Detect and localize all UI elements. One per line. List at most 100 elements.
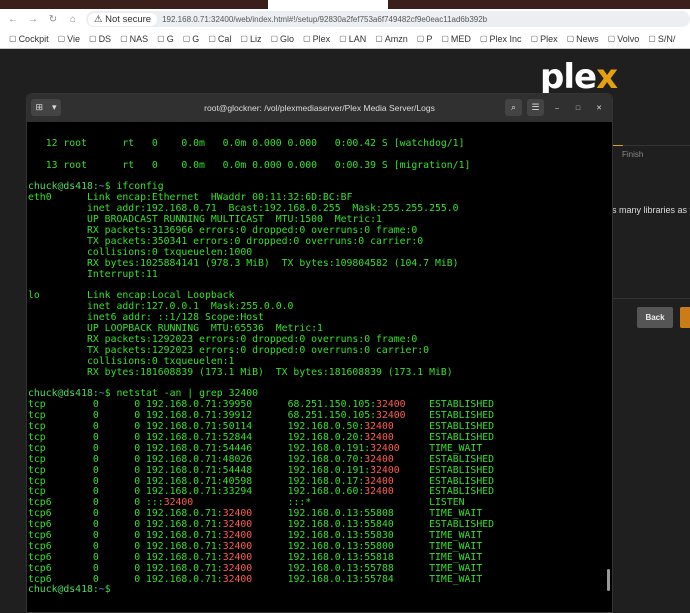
send-q: 0 bbox=[134, 497, 141, 509]
port-highlight: 32400 bbox=[222, 529, 253, 541]
local-address: 192.168.0.71:33294 bbox=[146, 486, 253, 498]
send-q: 0 bbox=[134, 399, 141, 411]
port-highlight: 32400 bbox=[222, 540, 253, 552]
send-q: 0 bbox=[134, 464, 141, 476]
reload-icon[interactable]: ↻ bbox=[46, 14, 60, 25]
close-icon[interactable]: ✕ bbox=[594, 103, 604, 113]
active-tab[interactable] bbox=[268, 0, 388, 9]
send-q: 0 bbox=[134, 475, 141, 487]
bookmark-icon: ▢ bbox=[648, 34, 656, 43]
bookmark-item[interactable]: ▢ Cal bbox=[208, 34, 231, 44]
local-address: 192.168.0.71:32400 bbox=[146, 540, 253, 552]
bookmark-item[interactable]: ▢ Vie bbox=[58, 34, 80, 44]
bookmark-icon: ▢ bbox=[566, 34, 575, 43]
bookmark-item[interactable]: ▢ MED bbox=[441, 34, 471, 44]
send-q: 0 bbox=[134, 431, 141, 443]
bookmark-item[interactable]: ▢ Plex bbox=[303, 34, 330, 44]
prompt-user: chuck@ds418 bbox=[28, 388, 93, 400]
bookmark-label: Glo bbox=[280, 33, 295, 44]
logo-text: ple bbox=[540, 57, 597, 97]
minimize-icon[interactable]: – bbox=[552, 103, 562, 113]
step-finish: Finish bbox=[622, 150, 644, 159]
menu-icon[interactable]: ☰ bbox=[527, 99, 544, 116]
protocol: tcp6 bbox=[28, 562, 52, 574]
port-highlight: 32400 bbox=[364, 486, 394, 498]
local-address: 192.168.0.71:50114 bbox=[146, 421, 253, 433]
bookmark-icon: ▢ bbox=[89, 34, 97, 43]
port-highlight: 32400 bbox=[163, 497, 194, 509]
bookmark-icon: ▢ bbox=[375, 34, 383, 43]
foreign-address: 192.168.0.191:32400 bbox=[287, 464, 400, 476]
connection-state: TIME_WAIT bbox=[429, 508, 483, 520]
recv-q: 0 bbox=[92, 540, 99, 552]
footer-divider bbox=[610, 298, 690, 299]
bookmark-icon: ▢ bbox=[303, 34, 311, 43]
bookmark-item[interactable]: ▢ DS bbox=[89, 34, 111, 44]
protocol: tcp6 bbox=[28, 540, 52, 552]
local-address: :::32400 bbox=[146, 497, 194, 509]
protocol: tcp bbox=[28, 399, 46, 411]
bookmark-item[interactable]: ▢ G bbox=[183, 34, 200, 44]
search-icon[interactable]: ⌕ bbox=[505, 99, 522, 116]
bookmark-item[interactable]: ▢ P bbox=[417, 34, 433, 44]
port-highlight: 32400 bbox=[222, 508, 253, 520]
terminal-line: 13 root rt 0 0.0m 0.0m 0.000 0.000 0:00.… bbox=[28, 159, 471, 171]
terminal-output[interactable]: 12 root rt 0 0.0m 0.0m 0.000 0.000 0:00.… bbox=[27, 122, 612, 596]
connection-state: ESTABLISHED bbox=[429, 486, 495, 498]
local-address: 192.168.0.71:39912 bbox=[146, 410, 253, 422]
bookmark-item[interactable]: ▢ Liz bbox=[240, 34, 261, 44]
connection-state: ESTABLISHED bbox=[429, 475, 495, 487]
protocol: tcp6 bbox=[28, 519, 52, 531]
send-q: 0 bbox=[134, 486, 141, 498]
bookmark-item[interactable]: ▢ NAS bbox=[120, 34, 148, 44]
port-highlight: 32400 bbox=[376, 410, 406, 422]
address-bar[interactable]: ⚠ Not secure 192.168.0.71:32400/web/inde… bbox=[86, 11, 690, 27]
foreign-address: 192.168.0.70:32400 bbox=[287, 453, 394, 465]
maximize-icon[interactable]: □ bbox=[573, 103, 583, 113]
bookmark-item[interactable]: ▢ Glo bbox=[270, 34, 294, 44]
bookmark-item[interactable]: ▢ Plex bbox=[531, 34, 558, 44]
foreign-address: 192.168.0.13:55800 bbox=[287, 540, 394, 552]
bookmark-icon: ▢ bbox=[479, 34, 488, 43]
recv-q: 0 bbox=[92, 475, 99, 487]
bookmark-icon: ▢ bbox=[441, 34, 449, 43]
terminal-line: Interrupt:11 bbox=[28, 268, 158, 280]
protocol: tcp bbox=[28, 453, 46, 465]
port-highlight: 32400 bbox=[364, 475, 394, 487]
connection-state: ESTABLISHED bbox=[429, 399, 495, 411]
prompt-user: chuck@ds418 bbox=[28, 584, 93, 596]
connection-state: TIME_WAIT bbox=[429, 562, 483, 574]
foreign-address: 192.168.0.13:55830 bbox=[287, 529, 394, 541]
foreign-address: 192.168.0.20:32400 bbox=[287, 431, 394, 443]
bookmark-item[interactable]: ▢ Amzn bbox=[375, 34, 408, 44]
url-text[interactable]: 192.168.0.71:32400/web/index.html#!/setu… bbox=[162, 15, 487, 24]
bookmark-item[interactable]: ▢ News bbox=[567, 34, 599, 44]
connection-state: TIME_WAIT bbox=[429, 442, 483, 454]
bookmark-item[interactable]: ▢ LAN bbox=[339, 34, 366, 44]
bookmark-label: Plex bbox=[312, 33, 331, 44]
bookmark-icon: ▢ bbox=[530, 34, 539, 43]
bookmark-icon: ▢ bbox=[208, 34, 216, 43]
foreign-address: 192.168.0.13:55788 bbox=[287, 562, 394, 574]
local-address: 192.168.0.71:54446 bbox=[146, 442, 253, 454]
not-secure-badge[interactable]: ⚠ Not secure bbox=[88, 12, 158, 26]
bookmark-item[interactable]: ▢ G bbox=[157, 34, 174, 44]
bookmark-label: MED bbox=[450, 33, 471, 44]
bookmark-item[interactable]: ▢ Cockpit bbox=[9, 34, 49, 44]
foreign-address: 192.168.0.13:55818 bbox=[287, 551, 394, 563]
logo-x: x bbox=[596, 57, 618, 97]
port-highlight: 32400 bbox=[222, 562, 253, 574]
recv-q: 0 bbox=[92, 421, 99, 433]
forward-icon[interactable]: → bbox=[26, 14, 40, 25]
bookmark-item[interactable]: ▢ Volvo bbox=[608, 34, 640, 44]
next-button[interactable] bbox=[680, 307, 690, 328]
bookmark-item[interactable]: ▢ Plex Inc bbox=[480, 34, 522, 44]
scrollbar[interactable] bbox=[607, 569, 610, 591]
bookmark-label: S/N/ bbox=[657, 33, 676, 44]
home-icon[interactable]: ⌂ bbox=[66, 14, 80, 25]
back-icon[interactable]: ← bbox=[6, 14, 20, 25]
recv-q: 0 bbox=[92, 453, 99, 465]
local-address: 192.168.0.71:48026 bbox=[146, 453, 253, 465]
back-button[interactable]: Back bbox=[637, 307, 673, 328]
bookmark-item[interactable]: ▢ S/N/ bbox=[648, 34, 675, 44]
